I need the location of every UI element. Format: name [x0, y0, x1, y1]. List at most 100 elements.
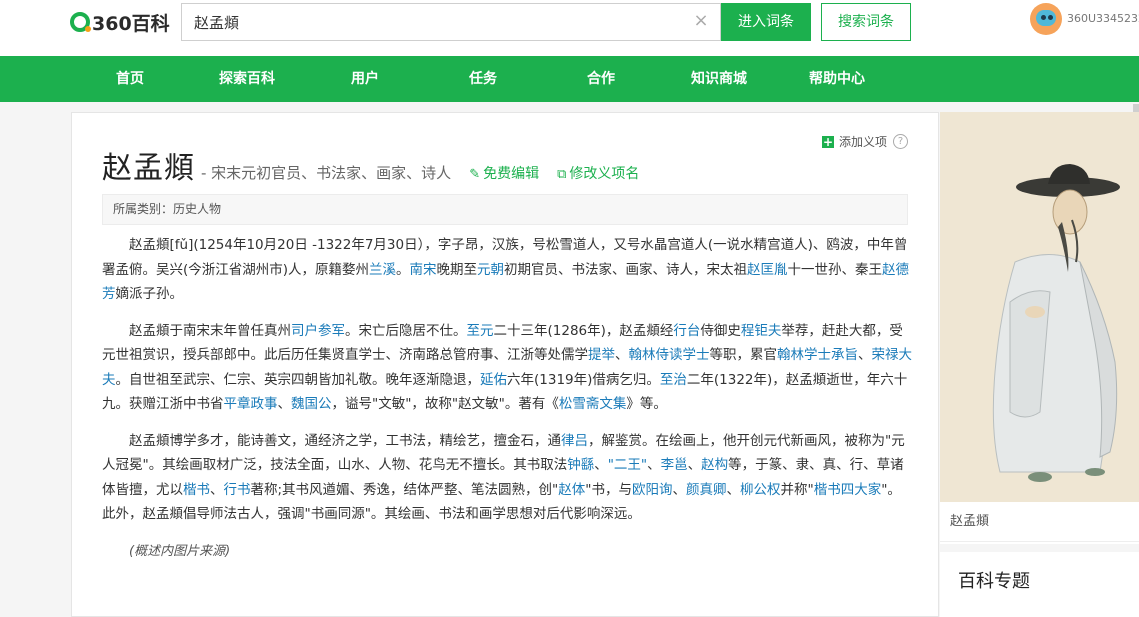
image-source-note[interactable]: (概述内图片来源)	[129, 544, 230, 559]
nav-item-home[interactable]: 首页	[80, 56, 180, 102]
inline-link[interactable]: 司户参军	[291, 323, 345, 339]
paragraph-text: 嫡派子孙。	[115, 286, 184, 302]
category-bar: 所属类别：历史人物	[102, 194, 908, 225]
sidebar: 赵孟頫 百科专题	[940, 112, 1139, 617]
inline-link[interactable]: 至元	[467, 323, 494, 339]
top-header: 360百科 × 进入词条 搜索词条 360U3345232	[0, 0, 1139, 56]
add-meaning-label: 添加义项	[838, 135, 887, 149]
username[interactable]: 360U3345232	[1067, 12, 1139, 25]
paragraph-text: 、	[687, 457, 702, 473]
enter-entry-button[interactable]: 进入词条	[721, 3, 811, 41]
paragraph-text: 、	[277, 396, 292, 412]
inline-link[interactable]: 柳公权	[740, 482, 781, 498]
paragraph-text: ，谥号"文敏"，故称"赵文敏"。著有《	[331, 396, 559, 412]
paragraph-text: 、	[210, 481, 224, 498]
paragraph-text: 侍御史	[700, 322, 741, 339]
edit-copy-icon: ⧉	[557, 167, 567, 182]
nav-item-tasks[interactable]: 任务	[433, 56, 533, 102]
search-input[interactable]	[182, 4, 694, 40]
logo-text: 360百科	[92, 12, 170, 35]
inline-link[interactable]: 钟繇	[567, 457, 594, 473]
summary-paragraph: 赵孟頫博学多才，能诗善文，通经济之学，工书法，精绘艺，擅金石，通律吕，解鉴赏。在…	[102, 429, 912, 527]
nav-item-store[interactable]: 知识商城	[669, 56, 769, 102]
summary-paragraph: 赵孟頫于南宋末年曾任真州司户参军。宋亡后隐居不仕。至元二十三年(1286年)，赵…	[102, 319, 912, 417]
plus-icon: +	[821, 134, 834, 149]
portrait-image[interactable]	[940, 112, 1139, 502]
portrait-illustration	[940, 112, 1139, 502]
paragraph-text: 等职，累官	[709, 347, 778, 363]
pencil-icon: ✎	[469, 167, 481, 182]
paragraph-text: 赵孟頫博学多才，能诗善文，通经济之学，工书法，精绘艺，擅金石，通	[129, 432, 561, 449]
inline-link[interactable]: 兰溪	[369, 262, 396, 278]
summary-content: 赵孟頫[fǔ](1254年10月20日 -1322年7月30日），字子昂，汉族，…	[102, 233, 912, 576]
help-icon[interactable]: ?	[893, 134, 908, 149]
paragraph-text: "书，与	[585, 481, 632, 498]
inline-link[interactable]: 律吕	[561, 433, 588, 449]
inline-link[interactable]: 延佑	[480, 372, 507, 388]
inline-link[interactable]: 程钜夫	[741, 323, 782, 339]
inline-link[interactable]: 赵匡胤	[747, 262, 788, 278]
inline-link[interactable]: "二王"	[608, 457, 647, 473]
inline-link[interactable]: 魏国公	[291, 396, 332, 412]
paragraph-text: 。	[396, 261, 410, 278]
paragraph-text: 十一世孙、秦王	[787, 261, 883, 278]
entry-panel: + 添加义项 ? 赵孟頫 - 宋末元初官员、书法家、画家、诗人 ✎ 免费编辑 ⧉ 修…	[71, 112, 939, 617]
site-logo[interactable]: 360百科	[70, 10, 170, 35]
inline-link[interactable]: 行台	[673, 323, 700, 339]
modify-meaning-button[interactable]: ⧉ 修改义项名	[557, 163, 639, 183]
paragraph-text: 并称"	[780, 481, 814, 498]
clear-icon[interactable]: ×	[692, 12, 710, 30]
free-edit-label: 免费编辑	[483, 166, 540, 182]
search-entry-button[interactable]: 搜索词条	[821, 3, 911, 41]
summary-paragraph: 赵孟頫[fǔ](1254年10月20日 -1322年7月30日），字子昂，汉族，…	[102, 233, 912, 307]
paragraph-text: 、	[858, 347, 872, 363]
inline-link[interactable]: 赵构	[701, 457, 728, 473]
nav-item-explore[interactable]: 探索百科	[197, 56, 297, 102]
inline-link[interactable]: 元朝	[477, 262, 504, 278]
avatar-eye-icon	[1048, 15, 1053, 20]
inline-link[interactable]: 行书	[224, 482, 251, 498]
nav-item-users[interactable]: 用户	[315, 56, 415, 102]
paragraph-text: 。自世祖至武宗、仁宗、英宗四朝皆加礼敬。晚年逐渐隐退，	[115, 371, 481, 388]
topic-title: 百科专题	[958, 571, 1030, 592]
search-box: ×	[181, 3, 721, 41]
paragraph-text: 著称;其书风遒媚、秀逸，结体严整、笔法圆熟，创"	[250, 481, 559, 498]
inline-link[interactable]: 赵体	[558, 482, 585, 498]
inline-link[interactable]: 楷书	[183, 482, 210, 498]
main-nav: 首页 探索百科 用户 任务 合作 知识商城 帮助中心	[0, 56, 1139, 128]
paragraph-text: 。宋亡后隐居不仕。	[345, 322, 467, 339]
paragraph-text: 、	[726, 481, 740, 498]
paragraph-text: 》等。	[626, 396, 667, 412]
paragraph-text: 二十三年(1286年)，赵孟頫经	[493, 322, 674, 339]
inline-link[interactable]: 颜真卿	[686, 482, 727, 498]
title-row: 赵孟頫 - 宋末元初官员、书法家、画家、诗人 ✎ 免费编辑 ⧉ 修改义项名	[102, 143, 639, 187]
avatar-face-icon	[1036, 10, 1056, 26]
paragraph-text: 、	[672, 481, 686, 498]
page-title: 赵孟頫	[102, 151, 195, 186]
inline-link[interactable]: 翰林学士承旨	[777, 347, 858, 363]
avatar[interactable]	[1030, 3, 1062, 35]
paragraph-text: 、	[647, 457, 661, 473]
inline-link[interactable]: 李邕	[661, 457, 688, 473]
inline-link[interactable]: 至治	[660, 372, 687, 388]
inline-link[interactable]: 楷书四大家	[814, 482, 882, 498]
add-meaning-link[interactable]: + 添加义项 ?	[821, 133, 908, 150]
paragraph-text: 初期官员、书法家、画家、诗人，宋太祖	[504, 261, 748, 278]
inline-link[interactable]: 欧阳询	[632, 482, 673, 498]
inline-link[interactable]: 提举	[588, 347, 615, 363]
paragraph-text: 六年(1319年)借病乞归。	[507, 371, 660, 388]
inline-link[interactable]: 平章政事	[224, 396, 278, 412]
source-note-row: (概述内图片来源)	[102, 539, 912, 565]
nav-item-cooperation[interactable]: 合作	[551, 56, 651, 102]
free-edit-button[interactable]: ✎ 免费编辑	[469, 163, 539, 183]
paragraph-text: 、	[594, 457, 608, 473]
logo-icon	[70, 12, 91, 32]
paragraph-text: 赵孟頫于南宋末年曾任真州	[129, 322, 291, 339]
inline-link[interactable]: 松雪斋文集	[559, 396, 627, 412]
page-subtitle: - 宋末元初官员、书法家、画家、诗人	[201, 164, 452, 182]
paragraph-text: 晚期至	[436, 261, 478, 278]
modify-meaning-label: 修改义项名	[569, 166, 640, 182]
inline-link[interactable]: 南宋	[410, 262, 437, 278]
inline-link[interactable]: 翰林侍读学士	[629, 347, 710, 363]
nav-item-help[interactable]: 帮助中心	[787, 56, 887, 102]
